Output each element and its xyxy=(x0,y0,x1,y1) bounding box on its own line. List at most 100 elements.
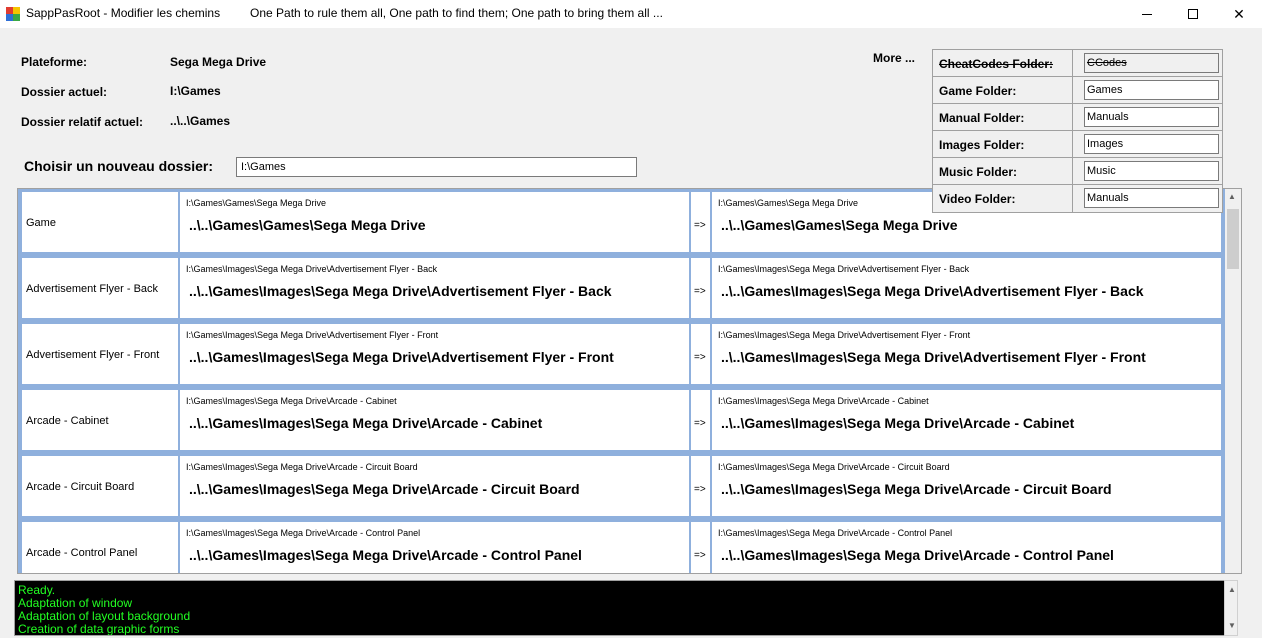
arrow-icon: => xyxy=(694,220,706,231)
folder-settings-panel: CheatCodes Folder: CCodes Game Folder: G… xyxy=(932,49,1223,213)
target-full-path: I:\Games\Images\Sega Mega Drive\Advertis… xyxy=(718,330,971,340)
row-name: Arcade - Circuit Board xyxy=(26,481,135,493)
source-path-cell[interactable]: I:\Games\Images\Sega Mega Drive\Arcade -… xyxy=(180,456,689,516)
video-folder-label: Video Folder: xyxy=(939,192,1016,206)
source-path-cell[interactable]: I:\Games\Images\Sega Mega Drive\Arcade -… xyxy=(180,390,689,450)
folder-separator xyxy=(1072,185,1073,212)
platform-value: Sega Mega Drive xyxy=(170,55,267,69)
table-row: Arcade - Control Panel I:\Games\Images\S… xyxy=(18,519,1225,573)
target-full-path: I:\Games\Images\Sega Mega Drive\Arcade -… xyxy=(718,528,953,538)
table-row: Arcade - Cabinet I:\Games\Images\Sega Me… xyxy=(18,387,1225,453)
current-folder-label: Dossier actuel: xyxy=(21,85,108,99)
video-folder-input[interactable]: Manuals xyxy=(1084,188,1219,208)
folder-separator xyxy=(1072,158,1073,185)
scrollbar-thumb[interactable] xyxy=(1227,209,1239,269)
table-row: Arcade - Circuit Board I:\Games\Images\S… xyxy=(18,453,1225,519)
manual-folder-input[interactable]: Manuals xyxy=(1084,107,1219,127)
source-full-path: I:\Games\Images\Sega Mega Drive\Arcade -… xyxy=(186,396,397,406)
table-row: Advertisement Flyer - Front I:\Games\Ima… xyxy=(18,321,1225,387)
folder-row-images: Images Folder: Images xyxy=(933,131,1222,158)
arrow-icon: => xyxy=(694,286,706,297)
target-relative-path: ..\..\Games\Games\Sega Mega Drive xyxy=(721,217,958,233)
maximize-icon xyxy=(1188,9,1198,19)
target-path-cell[interactable]: I:\Games\Images\Sega Mega Drive\Arcade -… xyxy=(712,522,1221,573)
target-relative-path: ..\..\Games\Images\Sega Mega Drive\Adver… xyxy=(721,283,1144,299)
game-folder-input[interactable]: Games xyxy=(1084,80,1219,100)
images-folder-input[interactable]: Images xyxy=(1084,134,1219,154)
relative-folder-label: Dossier relatif actuel: xyxy=(21,115,144,129)
row-name: Advertisement Flyer - Front xyxy=(26,349,160,361)
source-full-path: I:\Games\Images\Sega Mega Drive\Advertis… xyxy=(186,330,439,340)
minimize-button[interactable] xyxy=(1124,0,1170,28)
source-full-path: I:\Games\Images\Sega Mega Drive\Arcade -… xyxy=(186,462,418,472)
cheatcodes-folder-input: CCodes xyxy=(1084,53,1219,73)
target-path-cell[interactable]: I:\Games\Images\Sega Mega Drive\Arcade -… xyxy=(712,390,1221,450)
grid-vertical-scrollbar[interactable]: ▲ xyxy=(1225,189,1241,573)
source-relative-path: ..\..\Games\Games\Sega Mega Drive xyxy=(189,217,426,233)
target-full-path: I:\Games\Images\Sega Mega Drive\Advertis… xyxy=(718,264,970,274)
arrow-cell: => xyxy=(691,522,710,573)
row-name-cell: Arcade - Cabinet xyxy=(22,390,178,450)
row-name: Arcade - Cabinet xyxy=(26,415,109,427)
music-folder-input[interactable]: Music xyxy=(1084,161,1219,181)
arrow-icon: => xyxy=(694,352,706,363)
target-full-path: I:\Games\Images\Sega Mega Drive\Arcade -… xyxy=(718,462,950,472)
scroll-up-icon[interactable]: ▲ xyxy=(1228,192,1236,201)
source-full-path: I:\Games\Images\Sega Mega Drive\Arcade -… xyxy=(186,528,421,538)
source-relative-path: ..\..\Games\Images\Sega Mega Drive\Adver… xyxy=(189,283,612,299)
target-path-cell[interactable]: I:\Games\Images\Sega Mega Drive\Arcade -… xyxy=(712,456,1221,516)
path-mapping-grid: Game I:\Games\Games\Sega Mega Drive ..\.… xyxy=(17,188,1242,574)
target-full-path: I:\Games\Images\Sega Mega Drive\Arcade -… xyxy=(718,396,929,406)
close-button[interactable]: ✕ xyxy=(1216,0,1262,28)
source-path-cell[interactable]: I:\Games\Images\Sega Mega Drive\Advertis… xyxy=(180,324,689,384)
minimize-icon xyxy=(1142,13,1152,15)
source-path-cell[interactable]: I:\Games\Games\Sega Mega Drive ..\..\Gam… xyxy=(180,192,689,252)
row-name-cell: Arcade - Circuit Board xyxy=(22,456,178,516)
game-folder-label: Game Folder: xyxy=(939,84,1017,98)
row-name: Arcade - Control Panel xyxy=(26,547,138,559)
row-name-cell: Arcade - Control Panel xyxy=(22,522,178,573)
arrow-cell: => xyxy=(691,192,710,252)
folder-separator xyxy=(1072,50,1073,77)
folder-separator xyxy=(1072,104,1073,131)
new-folder-input[interactable]: I:\Games xyxy=(236,157,637,177)
arrow-cell: => xyxy=(691,324,710,384)
title-bar[interactable]: SappPasRoot - Modifier les chemins One P… xyxy=(0,0,1262,28)
table-row: Advertisement Flyer - Back I:\Games\Imag… xyxy=(18,255,1225,321)
target-full-path: I:\Games\Games\Sega Mega Drive xyxy=(718,198,859,208)
folder-row-game: Game Folder: Games xyxy=(933,77,1222,104)
folder-row-manual: Manual Folder: Manuals xyxy=(933,104,1222,131)
arrow-cell: => xyxy=(691,390,710,450)
row-name-cell: Game xyxy=(22,192,178,252)
platform-label: Plateforme: xyxy=(21,55,88,69)
choose-folder-label: Choisir un nouveau dossier: xyxy=(24,158,214,174)
source-full-path: I:\Games\Games\Sega Mega Drive xyxy=(186,198,327,208)
source-path-cell[interactable]: I:\Games\Images\Sega Mega Drive\Arcade -… xyxy=(180,522,689,573)
row-name-cell: Advertisement Flyer - Front xyxy=(22,324,178,384)
source-path-cell[interactable]: I:\Games\Images\Sega Mega Drive\Advertis… xyxy=(180,258,689,318)
window-title: SappPasRoot - Modifier les chemins xyxy=(26,6,221,20)
scroll-up-icon[interactable]: ▲ xyxy=(1228,585,1236,594)
log-lines: Ready. Adaptation of window Adaptation o… xyxy=(18,584,190,636)
images-folder-label: Images Folder: xyxy=(939,138,1025,152)
app-icon xyxy=(6,7,20,21)
cheatcodes-folder-label: CheatCodes Folder: xyxy=(939,57,1054,71)
scroll-down-icon[interactable]: ▼ xyxy=(1228,621,1236,630)
target-relative-path: ..\..\Games\Images\Sega Mega Drive\Arcad… xyxy=(721,415,1075,431)
more-link[interactable]: More ... xyxy=(873,51,915,65)
row-name: Advertisement Flyer - Back xyxy=(26,283,159,295)
target-path-cell[interactable]: I:\Games\Images\Sega Mega Drive\Advertis… xyxy=(712,258,1221,318)
log-console[interactable]: Ready. Adaptation of window Adaptation o… xyxy=(14,580,1238,636)
source-relative-path: ..\..\Games\Images\Sega Mega Drive\Adver… xyxy=(189,349,614,365)
window-slogan: One Path to rule them all, One path to f… xyxy=(250,6,663,20)
manual-folder-label: Manual Folder: xyxy=(939,111,1025,125)
folder-separator xyxy=(1072,77,1073,104)
maximize-button[interactable] xyxy=(1170,0,1216,28)
arrow-icon: => xyxy=(694,484,706,495)
source-relative-path: ..\..\Games\Images\Sega Mega Drive\Arcad… xyxy=(189,415,543,431)
row-name: Game xyxy=(26,217,56,229)
path-mapping-list: Game I:\Games\Games\Sega Mega Drive ..\.… xyxy=(18,189,1225,573)
log-vertical-scrollbar[interactable]: ▲ ▼ xyxy=(1224,580,1238,636)
target-path-cell[interactable]: I:\Games\Images\Sega Mega Drive\Advertis… xyxy=(712,324,1221,384)
folder-separator xyxy=(1072,131,1073,158)
